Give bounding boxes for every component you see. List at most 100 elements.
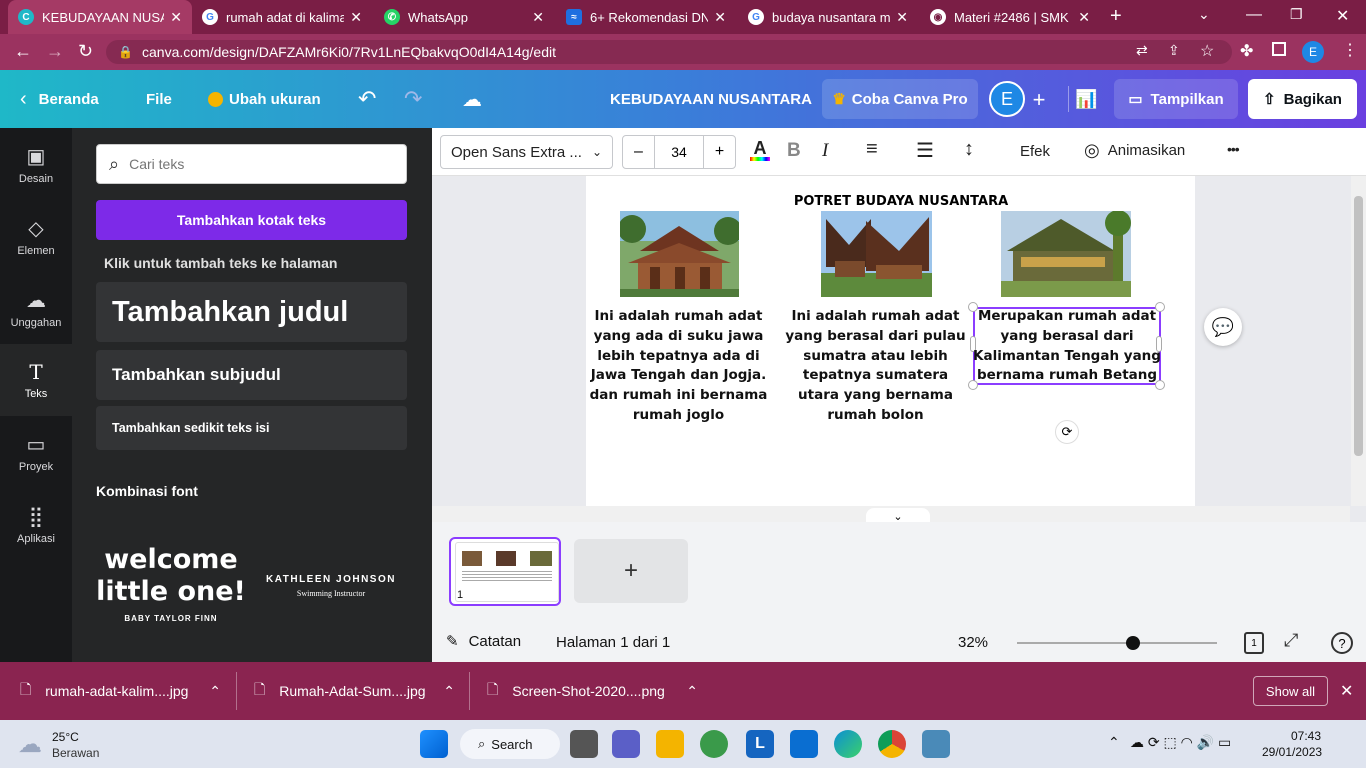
reload-icon[interactable]: ↻ xyxy=(78,41,93,62)
clock-date[interactable]: 29/01/2023 xyxy=(1262,745,1322,759)
scroll-thumb[interactable] xyxy=(1354,196,1363,456)
rail-item-text[interactable]: T Teks xyxy=(0,344,72,416)
close-icon[interactable]: ✕ xyxy=(532,9,544,26)
chevron-down-icon[interactable]: ⌄ xyxy=(1198,6,1210,23)
undo-icon[interactable]: ↶ xyxy=(358,70,376,128)
try-pro-button[interactable]: ♛ Coba Canva Pro xyxy=(822,79,978,119)
clock-time[interactable]: 07:43 xyxy=(1291,729,1321,743)
meet-icon[interactable] xyxy=(612,730,640,758)
profile-avatar[interactable]: E xyxy=(1302,41,1324,63)
caption-joglo[interactable]: Ini adalah rumah adat yang ada di suku j… xyxy=(586,307,771,426)
chrome-icon[interactable] xyxy=(878,730,906,758)
zoom-percent[interactable]: 32% xyxy=(958,634,988,651)
notes-button[interactable]: ✎ Catatan xyxy=(446,632,521,651)
control-panel-icon[interactable] xyxy=(922,730,950,758)
vertical-scrollbar[interactable] xyxy=(1351,176,1366,506)
sidebar-icon[interactable] xyxy=(1272,42,1286,56)
start-icon[interactable] xyxy=(420,730,448,758)
add-body-button[interactable]: Tambahkan sedikit teks isi xyxy=(96,406,407,450)
translate-icon[interactable]: ⇄ xyxy=(1136,42,1148,59)
file-explorer-icon[interactable] xyxy=(656,730,684,758)
add-collaborator-icon[interactable]: + xyxy=(1024,85,1054,115)
download-item[interactable]: 🗋 Screen-Shot-2020....png ⌃ xyxy=(487,662,698,720)
task-view-icon[interactable] xyxy=(570,730,598,758)
back-icon[interactable]: ← xyxy=(14,41,32,62)
add-textbox-button[interactable]: Tambahkan kotak teks xyxy=(96,200,407,240)
share-page-icon[interactable]: ⇪ xyxy=(1168,42,1180,59)
rumah-joglo-photo[interactable] xyxy=(620,211,739,297)
more-options-button[interactable]: ••• xyxy=(1227,141,1240,157)
new-tab-button[interactable]: + xyxy=(1110,5,1122,28)
chevron-up-icon[interactable]: ⌃ xyxy=(686,683,698,700)
search-input[interactable] xyxy=(129,156,370,172)
spacing-icon[interactable]: ↕ xyxy=(964,138,974,161)
chevron-up-icon[interactable]: ⌃ xyxy=(443,683,455,700)
bold-icon[interactable]: B xyxy=(787,140,801,162)
decrease-size-button[interactable]: – xyxy=(623,136,655,168)
increase-size-button[interactable]: + xyxy=(703,136,735,168)
tab-dns[interactable]: ≈ 6+ Rekomendasi DNS ✕ xyxy=(556,0,736,34)
zoom-slider[interactable] xyxy=(1017,636,1217,650)
close-icon[interactable]: ✕ xyxy=(170,9,182,26)
weather-desc[interactable]: Berawan xyxy=(52,746,99,760)
rail-item-uploads[interactable]: ☁ Unggahan xyxy=(0,272,72,344)
l-app-icon[interactable]: L xyxy=(746,730,774,758)
user-avatar[interactable]: E xyxy=(989,81,1025,117)
browser-menu-icon[interactable]: ⋮ xyxy=(1342,40,1358,60)
resize-button[interactable]: Ubah ukuran xyxy=(208,70,321,128)
page-title[interactable]: POTRET BUDAYA NUSANTARA xyxy=(586,194,1216,209)
add-page-button[interactable]: + xyxy=(574,539,688,603)
tray-chevron-up-icon[interactable]: ⌃ xyxy=(1108,734,1120,751)
rumah-betang-photo[interactable] xyxy=(1001,211,1131,297)
tab-materi[interactable]: ◉ Materi #2486 | SMK M ✕ xyxy=(920,0,1100,34)
tab-canva[interactable]: C KEBUDAYAAN NUSAN ✕ xyxy=(8,0,192,34)
home-button[interactable]: ‹ Beranda xyxy=(20,70,99,128)
search-box[interactable]: ⌕ xyxy=(96,144,407,184)
caption-betang[interactable]: Merupakan rumah adat yang berasal dari K… xyxy=(973,307,1161,386)
caption-bolon[interactable]: Ini adalah rumah adat yang berasal dari … xyxy=(783,307,968,426)
add-heading-button[interactable]: Tambahkan judul xyxy=(96,282,407,342)
close-icon[interactable]: ✕ xyxy=(1078,9,1090,26)
download-item[interactable]: 🗋 rumah-adat-kalim....jpg ⌃ xyxy=(20,662,221,720)
list-icon[interactable]: ☰ xyxy=(916,138,934,163)
text-color-button[interactable]: A xyxy=(750,138,770,161)
rail-item-design[interactable]: ▣ Desain xyxy=(0,128,72,200)
share-button[interactable]: ⇧ Bagikan xyxy=(1248,79,1357,119)
close-icon[interactable]: ✕ xyxy=(896,9,908,26)
font-combo-welcome[interactable]: welcome little one! BABY TAYLOR FINN xyxy=(96,518,246,648)
close-shelf-icon[interactable]: ✕ xyxy=(1340,681,1353,701)
app-icon[interactable] xyxy=(700,730,728,758)
document-title[interactable]: KEBUDAYAAN NUSANTARA xyxy=(610,70,812,128)
analytics-icon[interactable]: 📊 xyxy=(1068,86,1104,112)
cloud-saved-icon[interactable]: ☁ xyxy=(462,70,482,128)
rumah-bolon-photo[interactable] xyxy=(821,211,932,297)
file-menu-button[interactable]: File xyxy=(146,70,172,128)
effects-button[interactable]: Efek xyxy=(1020,143,1050,160)
design-page[interactable]: POTRET BUDAYA NUSANTARA Ini adalah rumah… xyxy=(586,176,1195,506)
weather-temp[interactable]: 25°C xyxy=(52,730,79,744)
edge-icon[interactable] xyxy=(834,730,862,758)
rail-item-apps[interactable]: ⣿ Aplikasi xyxy=(0,488,72,560)
animate-button[interactable]: ◎ Animasikan xyxy=(1084,140,1185,161)
tab-google-rumah-adat[interactable]: G rumah adat di kaliman ✕ xyxy=(192,0,372,34)
extensions-icon[interactable]: ✤ xyxy=(1240,41,1253,61)
font-size-stepper[interactable]: – 34 + xyxy=(622,135,736,169)
bookmark-star-icon[interactable]: ☆ xyxy=(1200,41,1214,61)
url-bar[interactable]: 🔒 canva.com/design/DAFZAMr6Ki0/7Rv1LnEQb… xyxy=(106,40,1232,64)
minimize-icon[interactable]: — xyxy=(1246,6,1262,24)
taskbar-search[interactable]: ⌕ Search xyxy=(460,729,560,759)
align-center-icon[interactable]: ≡ xyxy=(866,138,878,161)
tray-status-icons[interactable]: ☁ ⟳ ⬚ ◠ 🔊 ▭ xyxy=(1130,734,1231,751)
rail-item-projects[interactable]: ▭ Proyek xyxy=(0,416,72,488)
page-thumbnail[interactable]: 1 xyxy=(449,537,561,606)
show-all-button[interactable]: Show all xyxy=(1253,676,1328,706)
add-subheading-button[interactable]: Tambahkan subjudul xyxy=(96,350,407,400)
window-close-icon[interactable]: ✕ xyxy=(1336,6,1349,26)
tab-whatsapp[interactable]: ✆ WhatsApp ✕ xyxy=(374,0,554,34)
comment-icon[interactable]: 💬 xyxy=(1204,308,1242,346)
store-icon[interactable] xyxy=(790,730,818,758)
restore-icon[interactable]: ❐ xyxy=(1290,6,1303,23)
close-icon[interactable]: ✕ xyxy=(350,9,362,26)
font-combo-kathleen[interactable]: KATHLEEN JOHNSON Swimming Instructor xyxy=(256,518,406,648)
present-button[interactable]: ▭ Tampilkan xyxy=(1114,79,1238,119)
